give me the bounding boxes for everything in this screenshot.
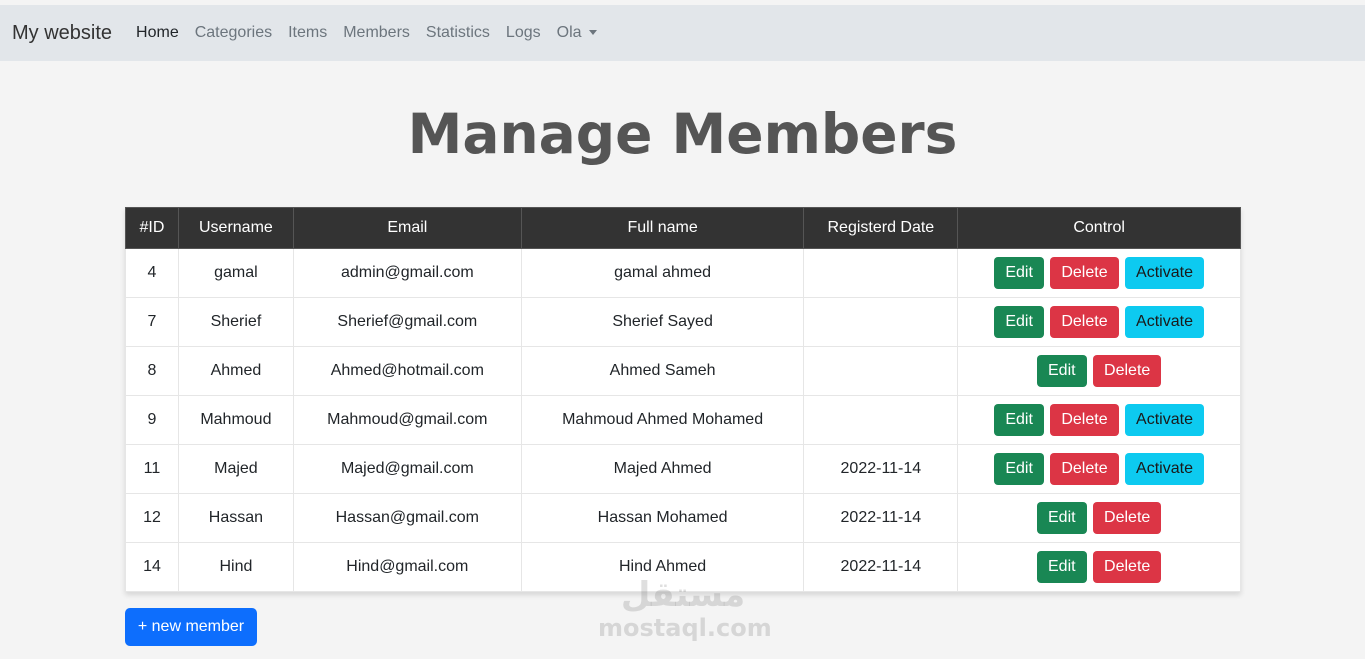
header-fullname: Full name: [520, 207, 805, 249]
table-header-row: #ID Username Email Full name Registerd D…: [125, 207, 1241, 249]
delete-button[interactable]: Delete: [1093, 502, 1162, 534]
table-row: 9 Mahmoud Mahmoud@gmail.com Mahmoud Ahmed M…: [125, 395, 1241, 445]
watermark-logo: مستقل: [620, 575, 746, 615]
cell-fullname: Hassan Mohamed: [520, 493, 805, 543]
activate-button[interactable]: Activate: [1125, 404, 1204, 436]
cell-id: 9: [125, 395, 179, 445]
caret-down-icon: [588, 29, 597, 35]
nav-categories[interactable]: Categories: [195, 24, 272, 42]
cell-id: 11: [125, 444, 179, 494]
header-username: Username: [177, 207, 294, 249]
nav-items[interactable]: Items: [288, 24, 327, 42]
watermark-text: mostaql.com: [598, 614, 772, 642]
cell-username: gamal: [177, 248, 294, 298]
nav-statistics[interactable]: Statistics: [426, 24, 490, 42]
members-table: #ID Username Email Full name Registerd D…: [125, 207, 1241, 592]
cell-registered-date: [803, 297, 959, 347]
edit-button[interactable]: Edit: [1037, 355, 1087, 387]
cell-control: Edit Delete: [957, 542, 1241, 592]
cell-username: Hassan: [177, 493, 294, 543]
cell-control: Edit Delete: [957, 346, 1241, 396]
edit-button[interactable]: Edit: [994, 257, 1044, 289]
delete-button[interactable]: Delete: [1093, 355, 1162, 387]
cell-fullname: Majed Ahmed: [520, 444, 805, 494]
cell-control: Edit Delete: [957, 493, 1241, 543]
cell-id: 7: [125, 297, 179, 347]
edit-button[interactable]: Edit: [1037, 551, 1087, 583]
cell-control: Edit Delete Activate: [957, 395, 1241, 445]
cell-username: Ahmed: [177, 346, 294, 396]
cell-registered-date: [803, 248, 959, 298]
cell-control: Edit Delete Activate: [957, 248, 1241, 298]
navbar: My website Home Categories Items Members…: [0, 5, 1365, 61]
cell-fullname: Ahmed Sameh: [520, 346, 805, 396]
nav-home[interactable]: Home: [136, 24, 179, 42]
cell-fullname: Sherief Sayed: [520, 297, 805, 347]
cell-id: 14: [125, 542, 179, 592]
cell-email: Hassan@gmail.com: [292, 493, 522, 543]
delete-button[interactable]: Delete: [1050, 404, 1119, 436]
edit-button[interactable]: Edit: [1037, 502, 1087, 534]
header-registered-date: Registerd Date: [803, 207, 959, 249]
cell-control: Edit Delete Activate: [957, 444, 1241, 494]
table-row: 11 Majed Majed@gmail.com Majed Ahmed 2022-11…: [125, 444, 1241, 494]
user-dropdown[interactable]: Ola: [557, 24, 597, 42]
cell-fullname: Mahmoud Ahmed Mohamed: [520, 395, 805, 445]
table-row: 8 Ahmed Ahmed@hotmail.com Ahmed Sameh Edit D…: [125, 346, 1241, 396]
activate-button[interactable]: Activate: [1125, 453, 1204, 485]
cell-id: 4: [125, 248, 179, 298]
cell-registered-date: [803, 346, 959, 396]
page-title: Manage Members: [407, 102, 958, 166]
delete-button[interactable]: Delete: [1050, 306, 1119, 338]
watermark: مستقل mostaql.com: [598, 575, 772, 642]
nav-logs[interactable]: Logs: [506, 24, 541, 42]
table-row: 7 Sherief Sherief@gmail.com Sherief Sayed Ed…: [125, 297, 1241, 347]
cell-registered-date: 2022-11-14: [803, 542, 959, 592]
cell-email: Ahmed@hotmail.com: [292, 346, 522, 396]
edit-button[interactable]: Edit: [994, 404, 1044, 436]
cell-username: Hind: [177, 542, 294, 592]
cell-id: 12: [125, 493, 179, 543]
edit-button[interactable]: Edit: [994, 306, 1044, 338]
edit-button[interactable]: Edit: [994, 453, 1044, 485]
cell-id: 8: [125, 346, 179, 396]
cell-email: Majed@gmail.com: [292, 444, 522, 494]
cell-registered-date: 2022-11-14: [803, 493, 959, 543]
activate-button[interactable]: Activate: [1125, 257, 1204, 289]
cell-registered-date: [803, 395, 959, 445]
cell-control: Edit Delete Activate: [957, 297, 1241, 347]
cell-email: Sherief@gmail.com: [292, 297, 522, 347]
cell-username: Mahmoud: [177, 395, 294, 445]
header-email: Email: [292, 207, 522, 249]
table-row: 4 gamal admin@gmail.com gamal ahmed Edit Del…: [125, 248, 1241, 298]
cell-email: Mahmoud@gmail.com: [292, 395, 522, 445]
brand-link[interactable]: My website: [12, 22, 112, 45]
cell-email: admin@gmail.com: [292, 248, 522, 298]
cell-fullname: gamal ahmed: [520, 248, 805, 298]
activate-button[interactable]: Activate: [1125, 306, 1204, 338]
delete-button[interactable]: Delete: [1093, 551, 1162, 583]
delete-button[interactable]: Delete: [1050, 257, 1119, 289]
header-id: #ID: [125, 207, 179, 249]
user-dropdown-label: Ola: [556, 24, 582, 41]
table-row: 12 Hassan Hassan@gmail.com Hassan Mohamed 20…: [125, 493, 1241, 543]
cell-username: Sherief: [177, 297, 294, 347]
nav-members[interactable]: Members: [343, 24, 410, 42]
cell-username: Majed: [177, 444, 294, 494]
delete-button[interactable]: Delete: [1050, 453, 1119, 485]
new-member-button[interactable]: + new member: [125, 608, 257, 646]
header-control: Control: [957, 207, 1241, 249]
cell-email: Hind@gmail.com: [292, 542, 522, 592]
cell-registered-date: 2022-11-14: [803, 444, 959, 494]
